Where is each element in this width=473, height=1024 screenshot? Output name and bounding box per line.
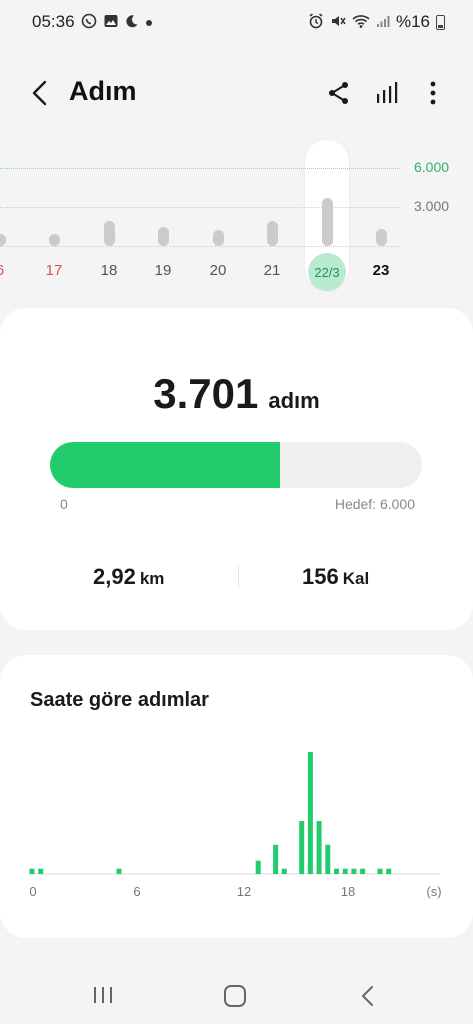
- hourly-steps-card: 0 6 12 18 (s) Saate göre adımlar: [0, 655, 473, 938]
- base-gridline: [0, 246, 400, 247]
- system-nav-bar: [0, 965, 473, 1024]
- hourly-axis-label: 6: [133, 884, 140, 899]
- hourly-bar: [351, 868, 357, 874]
- dot-icon: [145, 15, 153, 29]
- day-bar-21[interactable]: [266, 221, 278, 246]
- day-label-21[interactable]: 21: [252, 262, 292, 279]
- hourly-axis-label: (s): [426, 884, 441, 899]
- status-bar: 05:36 %16: [0, 0, 473, 44]
- share-icon[interactable]: [326, 80, 352, 106]
- gridline-label-top: 6.000: [414, 159, 450, 175]
- day-label-23[interactable]: 23: [361, 262, 401, 279]
- goal-progress-bar: [50, 442, 422, 488]
- day-bar-20[interactable]: [212, 230, 224, 246]
- day-label-22-3[interactable]: 22/3: [308, 253, 346, 291]
- chart-bars-icon[interactable]: [375, 80, 401, 106]
- day-bar-17[interactable]: [48, 234, 60, 246]
- day-label-6[interactable]: 6: [0, 262, 20, 279]
- gallery-icon: [103, 13, 119, 31]
- hourly-bar: [386, 868, 392, 874]
- day-bar-19[interactable]: [157, 226, 169, 246]
- day-label-19[interactable]: 19: [143, 262, 183, 279]
- day-bar-23[interactable]: [375, 229, 387, 246]
- steps-unit: adım: [268, 388, 320, 413]
- hourly-axis-label: 0: [29, 884, 36, 899]
- nav-back-button[interactable]: [358, 985, 378, 1007]
- hourly-bar: [377, 868, 383, 874]
- battery-icon: [436, 14, 445, 30]
- hourly-bar: [116, 868, 122, 874]
- moon-icon: [125, 14, 139, 30]
- app-header: Adım: [0, 62, 473, 126]
- distance-value: 2,92: [93, 564, 136, 589]
- goal-progress-fill: [50, 442, 280, 488]
- home-button[interactable]: [224, 985, 246, 1007]
- steps-total: 3.701 adım: [0, 370, 473, 418]
- mid-gridline: [0, 207, 400, 208]
- hourly-bar: [342, 868, 348, 874]
- goal-gridline: [0, 168, 400, 169]
- wifi-icon: [352, 13, 370, 31]
- calories-unit: Kal: [342, 569, 370, 588]
- more-options-icon[interactable]: [422, 80, 444, 106]
- hourly-axis-label: 12: [237, 884, 251, 899]
- gridline-label-mid: 3.000: [414, 198, 450, 214]
- stat-divider: [238, 566, 239, 588]
- day-bar-22-3[interactable]: [321, 197, 333, 246]
- signal-icon: [376, 14, 390, 30]
- summary-card: 3.701 adım 0 Hedef: 6.000 2,92 km 156 Kal: [0, 308, 473, 630]
- status-time: 05:36: [32, 12, 75, 31]
- hourly-bar: [307, 752, 313, 874]
- day-bar-6[interactable]: [0, 234, 6, 246]
- hourly-bar: [38, 868, 44, 874]
- hourly-bar: [255, 860, 261, 874]
- hourly-title: Saate göre adımlar: [30, 689, 209, 711]
- battery-percent: %16: [395, 12, 430, 31]
- progress-min-label: 0: [60, 496, 68, 512]
- goal-label: Hedef: 6.000: [334, 496, 415, 512]
- hourly-bar: [360, 868, 366, 874]
- back-button[interactable]: [26, 78, 56, 108]
- day-label-18[interactable]: 18: [89, 262, 129, 279]
- hourly-axis-label: 18: [341, 884, 355, 899]
- calories-value: 156: [302, 564, 339, 589]
- daily-steps-chart[interactable]: 6.000 3.000 22/3 6 17 18 19 20 21 23: [0, 138, 473, 298]
- day-bar-18[interactable]: [103, 221, 115, 246]
- distance-unit: km: [139, 569, 165, 588]
- hourly-bar: [316, 821, 322, 874]
- recent-apps-button[interactable]: [92, 985, 114, 1005]
- mute-icon: [330, 13, 346, 31]
- whatsapp-icon: [81, 13, 97, 31]
- distance-stat: 2,92 km: [93, 564, 164, 590]
- hourly-bar: [325, 844, 331, 874]
- hourly-bar: [29, 868, 35, 874]
- day-label-20[interactable]: 20: [198, 262, 238, 279]
- hourly-bar: [334, 868, 339, 874]
- page-title: Adım: [69, 76, 137, 106]
- alarm-icon: [308, 13, 324, 31]
- calories-stat: 156 Kal: [302, 564, 369, 590]
- hourly-bar: [273, 844, 279, 874]
- steps-value: 3.701: [153, 370, 259, 417]
- day-label-17[interactable]: 17: [34, 262, 74, 279]
- hourly-bar: [281, 868, 287, 874]
- hourly-bar: [299, 821, 305, 874]
